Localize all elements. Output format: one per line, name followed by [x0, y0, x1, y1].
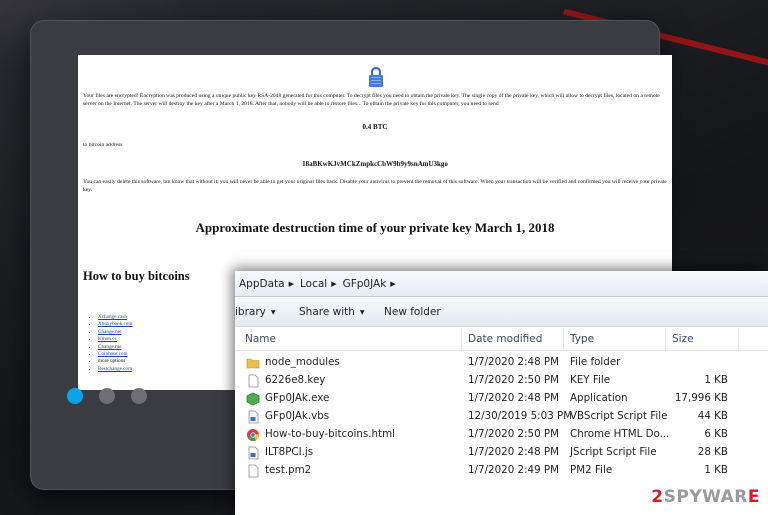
chrome-icon [246, 428, 260, 442]
bitcoin-address-label: to bitcoin address [83, 142, 123, 148]
exchange-more-options: more options [98, 358, 132, 365]
file-name: ILT8PCI.js [265, 446, 314, 458]
include-in-library-button[interactable]: ibrary ▼ [235, 306, 276, 318]
exchange-list: Xchange.cash Xbuxybank.com Change.me Kmo… [88, 314, 132, 373]
column-header-date[interactable]: Date modified [468, 333, 542, 345]
exchange-link[interactable]: Xbuxybank.com [98, 321, 132, 328]
file-name: GFp0JAk.exe [265, 392, 330, 404]
script-icon [246, 446, 260, 460]
file-name: node_modules [265, 356, 340, 368]
file-date: 1/7/2020 2:48 PM [468, 356, 560, 368]
bitcoin-address: 18aBKwKJvMCkZmpkcCbW9b9y9snAmU3kgo [302, 160, 448, 168]
column-header-size[interactable]: Size [672, 333, 694, 345]
carousel-dot[interactable] [99, 388, 115, 404]
file-size: 17,996 KB [674, 392, 728, 404]
file-name: 6226e8.key [265, 374, 326, 386]
chevron-right-icon[interactable]: ▶ [390, 280, 395, 288]
file-date: 1/7/2020 2:50 PM [468, 428, 560, 440]
column-divider[interactable] [665, 328, 666, 350]
file-size: 1 KB [704, 374, 728, 386]
watermark-logo: 2SPYWARE [651, 487, 760, 507]
column-divider[interactable] [461, 328, 462, 350]
ransom-paragraph-2: You can easily delete this software, but… [83, 179, 667, 193]
file-icon [246, 464, 260, 478]
breadcrumb-gfp0jak[interactable]: GFp0JAk [343, 278, 387, 290]
file-row[interactable]: GFp0JAk.vbs 12/30/2019 5:03 PM VBScript … [235, 407, 768, 425]
file-row[interactable]: node_modules 1/7/2020 2:48 PM File folde… [235, 353, 768, 371]
column-header-type[interactable]: Type [570, 333, 594, 345]
exchange-link[interactable]: Coinbase.com [98, 351, 132, 358]
column-divider[interactable] [563, 328, 564, 350]
chevron-right-icon[interactable]: ▶ [289, 280, 294, 288]
file-name: How-to-buy-bitcoins.html [265, 428, 395, 440]
exe-icon [246, 392, 260, 406]
file-type: VBScript Script File [570, 410, 668, 422]
command-bar: ibrary ▼ Share with ▼ New folder [235, 298, 768, 327]
file-row[interactable]: GFp0JAk.exe 1/7/2020 2:48 PM Application… [235, 389, 768, 407]
file-name: test.pm2 [265, 464, 312, 476]
file-name: GFp0JAk.vbs [265, 410, 330, 422]
exchange-link[interactable]: Kmon.cc [98, 336, 132, 343]
file-date: 1/7/2020 2:48 PM [468, 446, 560, 458]
file-size: 6 KB [704, 428, 728, 440]
exchange-link[interactable]: Xchange.cash [98, 314, 132, 321]
caret-down-icon: ▼ [270, 308, 276, 316]
file-size: 44 KB [697, 410, 728, 422]
file-date: 1/7/2020 2:49 PM [468, 464, 560, 476]
breadcrumb-appdata[interactable]: AppData [239, 278, 285, 290]
ransom-paragraph-1: Your files are encrypted! Encryption was… [83, 93, 660, 107]
file-type: Chrome HTML Do... [570, 428, 670, 440]
column-divider[interactable] [738, 328, 739, 350]
new-folder-button[interactable]: New folder [384, 306, 441, 318]
address-bar[interactable]: AppData ▶ Local ▶ GFp0JAk ▶ [235, 271, 768, 297]
chevron-right-icon[interactable]: ▶ [331, 280, 336, 288]
column-header-name[interactable]: Name [245, 333, 276, 345]
file-row[interactable]: How-to-buy-bitcoins.html 1/7/2020 2:50 P… [235, 425, 768, 443]
file-type: Application [570, 392, 628, 404]
exchange-link[interactable]: Change.me [98, 344, 132, 351]
share-with-label: Share with [299, 306, 355, 318]
file-row[interactable]: 6226e8.key 1/7/2020 2:50 PM KEY File 1 K… [235, 371, 768, 389]
destruction-time-heading: Approximate destruction time of your pri… [195, 220, 555, 235]
padlock-icon [368, 66, 384, 88]
file-row[interactable]: test.pm2 1/7/2020 2:49 PM PM2 File 1 KB [235, 461, 768, 479]
folder-icon [246, 356, 260, 370]
file-type: PM2 File [570, 464, 613, 476]
how-to-buy-heading: How to buy bitcoins [83, 269, 190, 283]
library-label: ibrary [235, 306, 266, 318]
script-icon [246, 410, 260, 424]
breadcrumb-local[interactable]: Local [300, 278, 327, 290]
exchange-link[interactable]: Bestchange.com [98, 366, 132, 373]
exchange-link[interactable]: Change.me [98, 329, 132, 336]
file-date: 1/7/2020 2:48 PM [468, 392, 560, 404]
file-icon [246, 374, 260, 388]
file-type: File folder [570, 356, 621, 368]
file-size: 28 KB [697, 446, 728, 458]
share-with-button[interactable]: Share with ▼ [299, 306, 365, 318]
ransom-amount: 0.4 BTC [362, 123, 388, 131]
file-type: JScript Script File [570, 446, 657, 458]
file-size: 1 KB [704, 464, 728, 476]
column-headers: Name Date modified Type Size [235, 328, 768, 351]
file-date: 1/7/2020 2:50 PM [468, 374, 560, 386]
file-explorer-window: AppData ▶ Local ▶ GFp0JAk ▶ ibrary ▼ Sha… [235, 271, 768, 515]
file-type: KEY File [570, 374, 611, 386]
file-row[interactable]: ILT8PCI.js 1/7/2020 2:48 PM JScript Scri… [235, 443, 768, 461]
carousel-dot-active[interactable] [67, 388, 83, 404]
carousel-dot[interactable] [131, 388, 147, 404]
caret-down-icon: ▼ [359, 308, 365, 316]
file-date: 12/30/2019 5:03 PM [468, 410, 573, 422]
